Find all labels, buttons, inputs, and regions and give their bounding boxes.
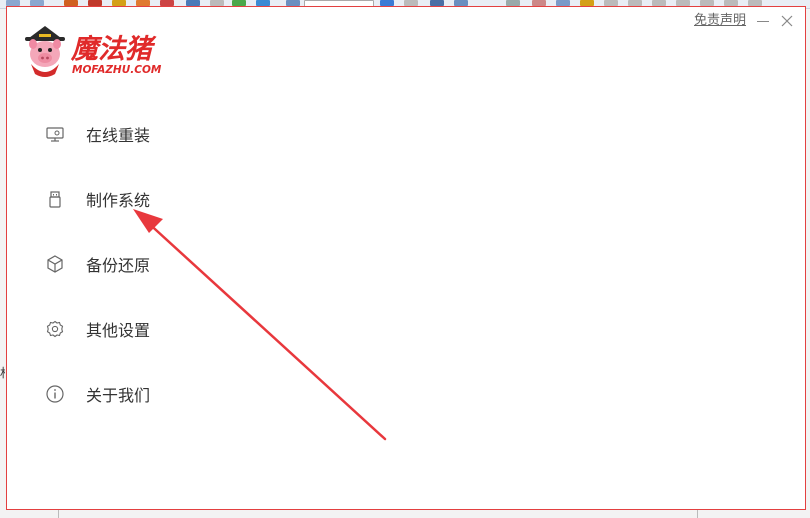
gear-icon [46,320,64,338]
menu-item-backup-restore[interactable]: 备份还原 [37,246,237,282]
menu-item-label: 其他设置 [86,321,151,340]
svg-text:MOFAZHU.COM: MOFAZHU.COM [72,64,162,76]
minimize-button[interactable] [752,11,774,31]
menu-item-label: 关于我们 [86,386,151,405]
close-button[interactable] [776,11,798,31]
app-logo: 魔法猪 MOFAZHU.COM [21,24,191,80]
menu-item-make-system[interactable]: 制作系统 [37,181,237,217]
menu-item-label: 制作系统 [86,191,151,210]
backup-box-icon [47,255,63,273]
menu-item-label: 在线重装 [86,126,151,145]
menu-item-about-us[interactable]: 关于我们 [37,376,237,412]
monitor-icon [46,127,64,142]
usb-drive-icon [49,191,61,208]
pig-mascot-logo: 魔法猪 MOFAZHU.COM [25,26,162,77]
background-text-fragment: 材 [0,366,5,380]
background-divider [697,510,698,518]
svg-text:魔法猪: 魔法猪 [70,34,157,65]
background-divider [58,510,59,518]
minimize-icon [757,21,769,22]
mofazhu-window: 魔法猪 MOFAZHU.COM 免责声明 在线重装 制作系统 备份还原 其他设置… [6,6,806,510]
close-icon [781,15,793,27]
menu-item-other-settings[interactable]: 其他设置 [37,311,237,347]
info-icon [46,385,64,403]
menu-item-label: 备份还原 [86,256,151,275]
menu-item-online-reinstall[interactable]: 在线重装 [37,116,237,152]
disclaimer-link[interactable]: 免责声明 [694,13,746,29]
